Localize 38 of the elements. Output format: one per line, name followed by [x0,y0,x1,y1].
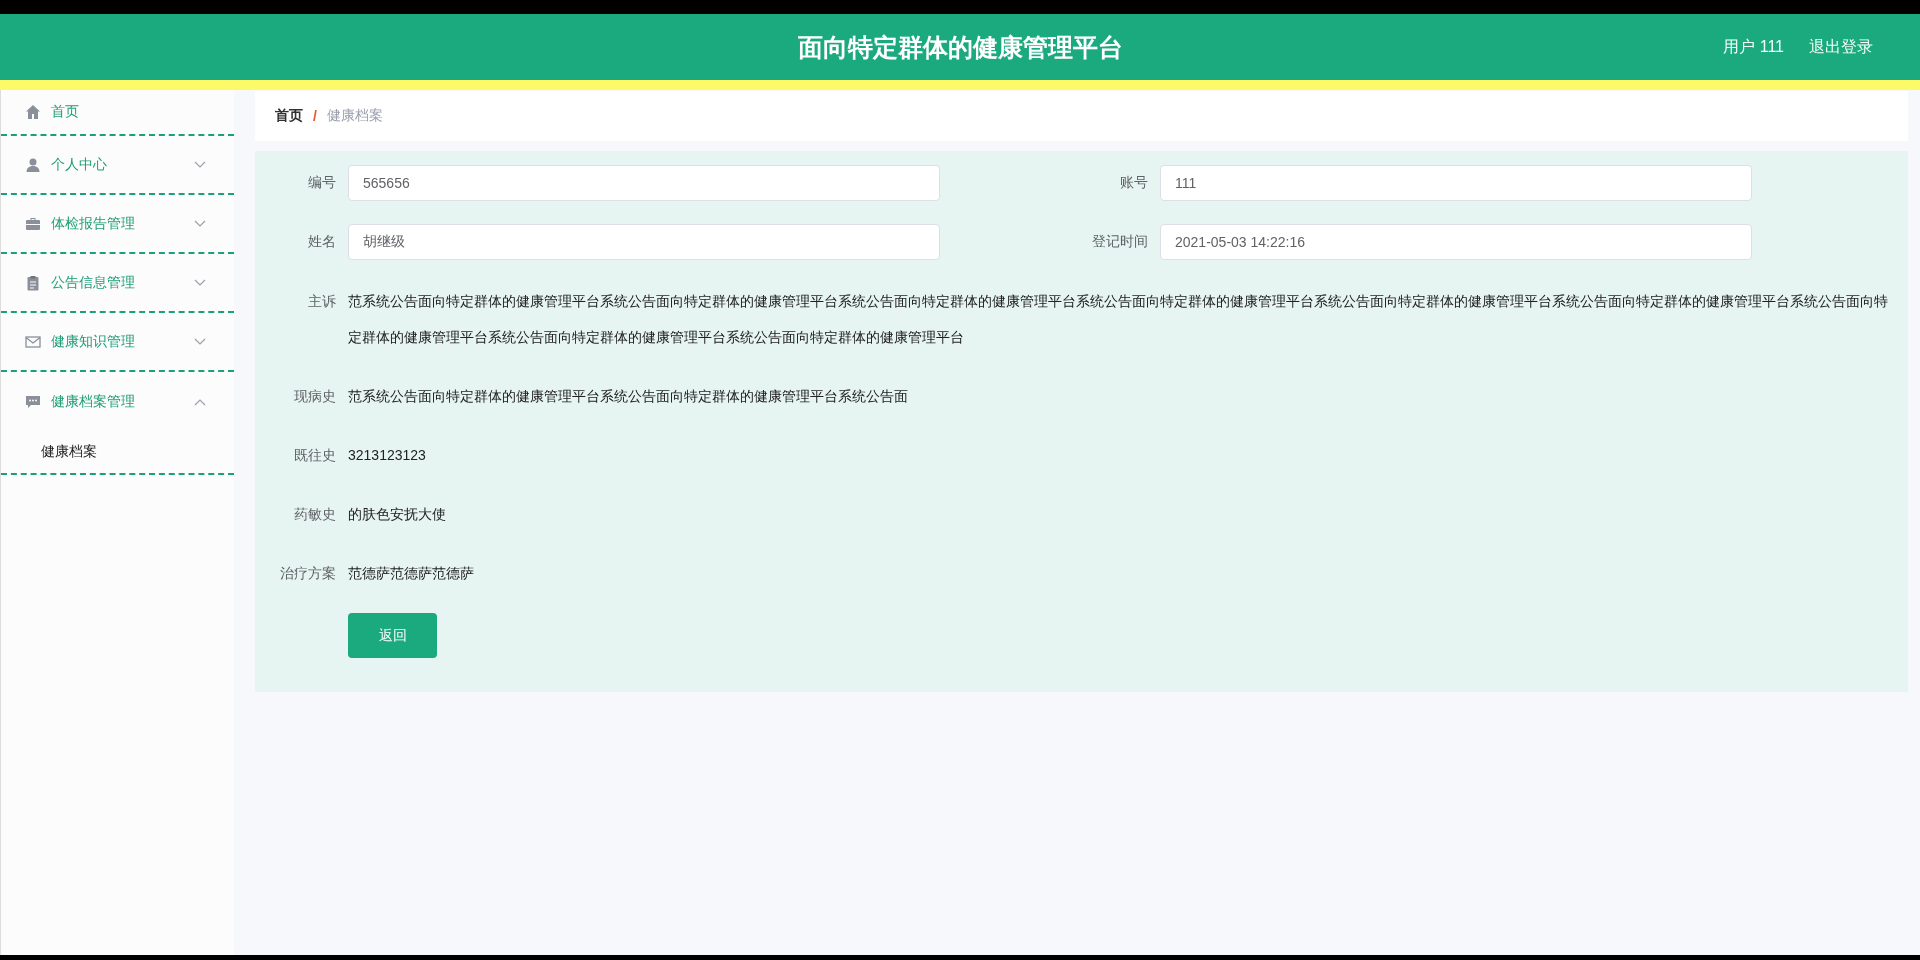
clipboard-icon [25,274,41,291]
user-name: 用户 111 [1723,36,1784,57]
site-title: 面向特定群体的健康管理平台 [797,31,1123,63]
field-label: 姓名 [307,233,337,251]
input-field[interactable]: 565656 [348,165,940,201]
field-label: 药敏史 [293,505,337,524]
sidebar-item[interactable]: 健康知识管理 [1,313,234,372]
field-value: 范系统公告面向特定群体的健康管理平台系统公告面向特定群体的健康管理平台系统公告面向特定群体的健康管理平台系统公告面向特定群体的健康管理平台系统公告面向特定群体的健康管理平台系统公告面向特定群体的健康管理平台系统公告面向特定群体的健康管理平台系统公告面向特定群体的健康管理平台系统公告面向特定群体的健康管理平台 [348,292,1888,347]
field-value: 范系统公告面向特定群体的健康管理平台系统公告面向特定群体的健康管理平台系统公告面 [348,387,909,406]
submenu-item[interactable]: 健康档案 [1,431,234,473]
field-value: 的肤色安抚大使 [348,505,447,524]
field-label: 主诉 [307,292,337,311]
field-label: 账号 [1119,174,1149,192]
field-value: 3213123123 [348,446,427,465]
input-field[interactable]: 111 [1160,165,1752,201]
field-label: 既往史 [293,446,337,465]
sidebar-item[interactable]: 公告信息管理 [1,254,234,313]
input-field[interactable]: 胡继级 [348,224,940,260]
field-label: 现病史 [293,387,337,406]
field-label: 登记时间 [1091,233,1149,251]
envelope-icon [25,333,41,350]
sidebar-item[interactable]: 体检报告管理 [1,195,234,254]
breadcrumb-link[interactable]: 健康档案 [326,107,383,125]
logout-link[interactable]: 退出登录 [1809,36,1873,58]
breadcrumb-link[interactable]: 首页 [275,107,303,125]
sidebar-item[interactable]: 健康档案管理 [1,372,234,431]
field-label: 治疗方案 [279,564,337,583]
field-value: 范德萨范德萨范德萨 [348,564,475,583]
input-field[interactable]: 2021-05-03 14:22:16 [1160,224,1752,260]
user-icon [25,156,41,173]
sidebar-item[interactable]: 个人中心 [1,136,234,195]
field-label: 编号 [307,174,337,192]
back-button[interactable]: 返回 [348,613,437,658]
breadcrumb-separator: / [313,108,317,124]
home-icon [25,104,41,120]
briefcase-icon [25,215,41,232]
chat-icon [25,393,41,410]
sidebar-item[interactable]: 首页 [1,90,234,136]
